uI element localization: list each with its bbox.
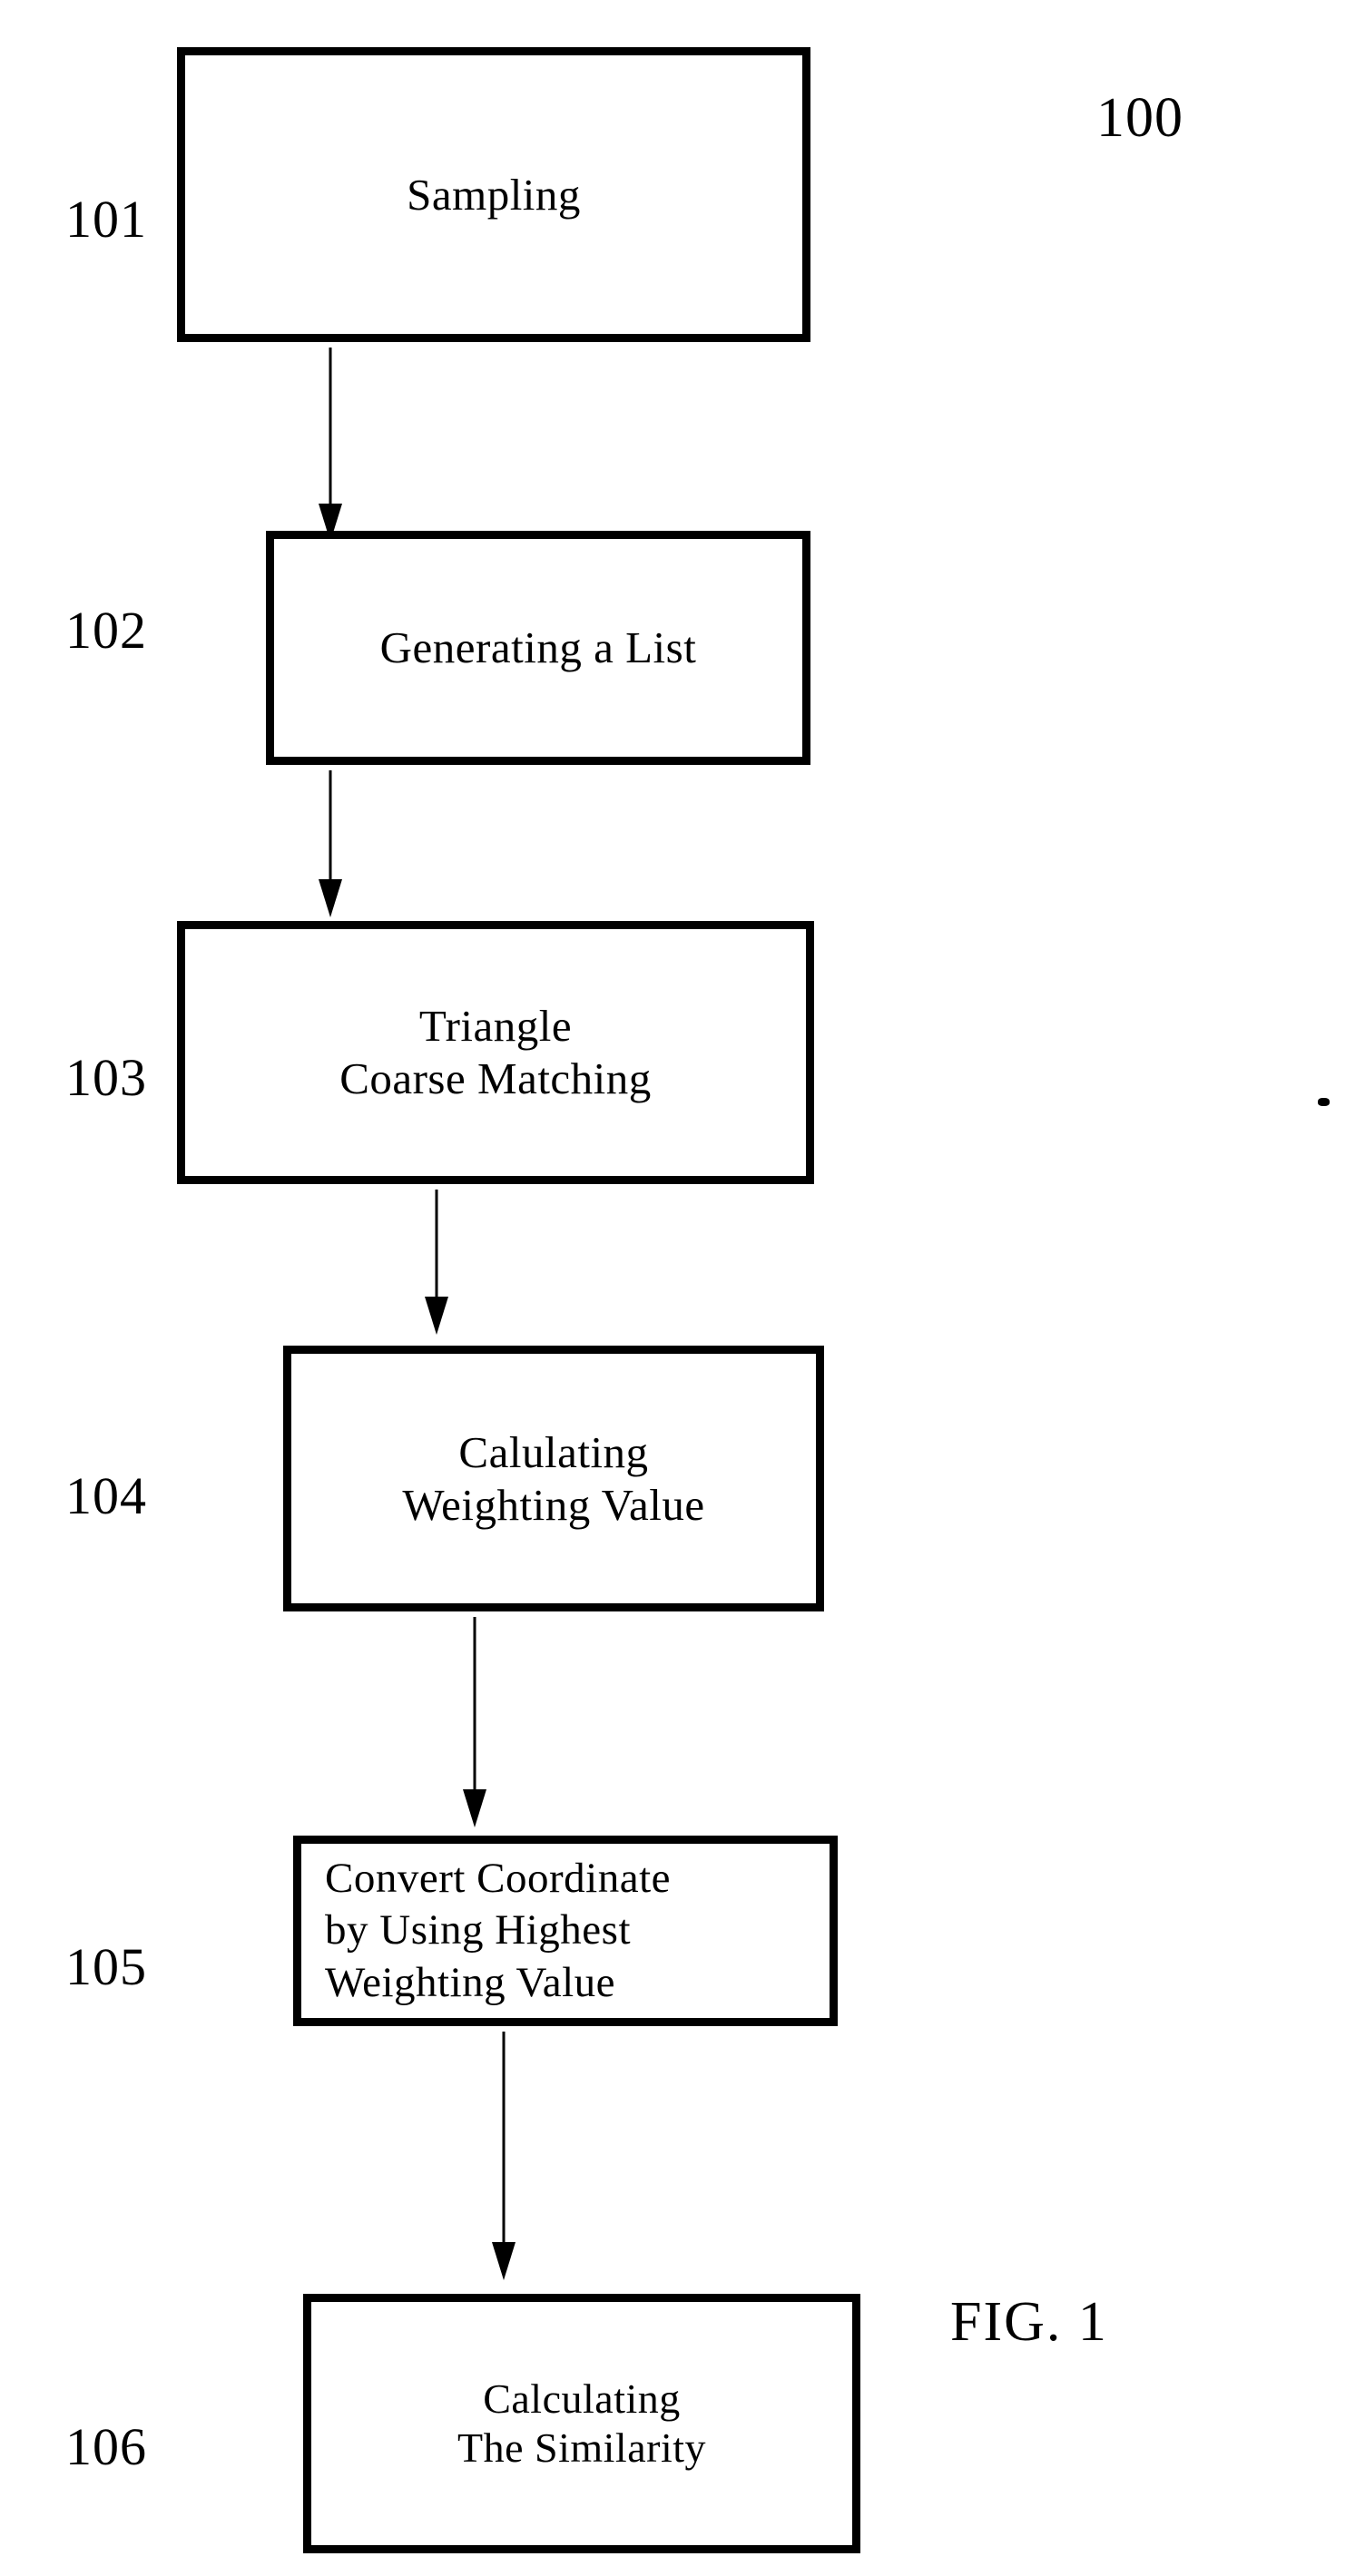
process-box-generating-a-list[interactable]: Generating a List [266,531,810,765]
process-box-generating-a-list-label: Generating a List [379,622,697,673]
process-box-sampling-label: Sampling [407,169,581,220]
arrowhead-icon [492,2242,516,2280]
scan-artifact-speck [1318,1098,1330,1106]
arrowhead-icon [319,879,342,917]
process-box-calculating-the-similarity-label: Calculating The Similarity [457,2375,706,2471]
connector-stem [329,770,332,879]
connector-stem [435,1190,438,1297]
process-box-sampling[interactable]: Sampling [177,47,810,342]
reference-numeral-106: 106 [65,2417,147,2476]
arrowhead-icon [425,1297,448,1335]
reference-numeral-105: 105 [65,1937,147,1996]
connector-stem [329,348,332,504]
process-box-convert-coordinate[interactable]: Convert Coordinate by Using Highest Weig… [293,1836,838,2026]
arrowhead-icon [463,1789,486,1827]
connector-stem [473,1617,476,1789]
process-box-calulating-weighting-value[interactable]: Calulating Weighting Value [283,1346,824,1611]
figure-sheet: 100 101 Sampling 102 Generating a List 1… [0,0,1365,2576]
reference-numeral-103: 103 [65,1048,147,1107]
system-reference-numeral: 100 [1096,87,1183,149]
process-box-triangle-coarse-matching-label: Triangle Coarse Matching [339,1001,652,1103]
reference-numeral-101: 101 [65,190,147,249]
connector-stem [502,2032,506,2242]
figure-caption: FIG. 1 [950,2291,1108,2353]
reference-numeral-104: 104 [65,1466,147,1525]
process-box-convert-coordinate-label: Convert Coordinate by Using Highest Weig… [325,1855,672,2006]
process-box-calculating-the-similarity[interactable]: Calculating The Similarity [303,2294,860,2553]
reference-numeral-102: 102 [65,601,147,660]
process-box-calulating-weighting-value-label: Calulating Weighting Value [402,1426,705,1530]
process-box-triangle-coarse-matching[interactable]: Triangle Coarse Matching [177,921,814,1184]
